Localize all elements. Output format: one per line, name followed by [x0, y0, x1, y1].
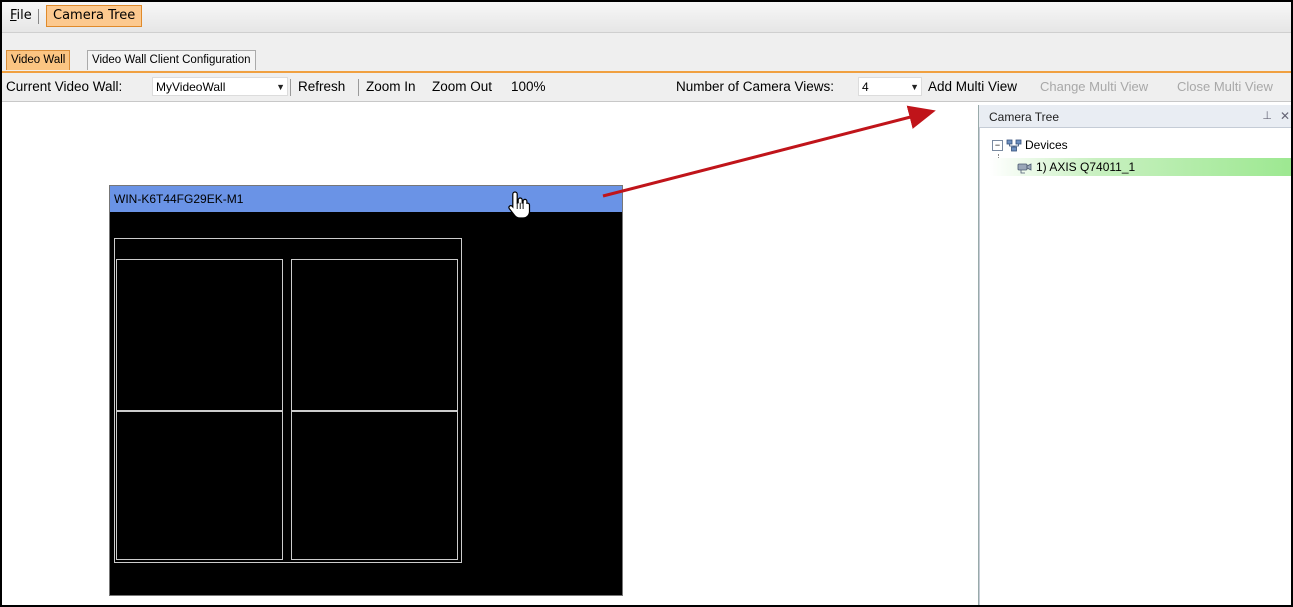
camera-icon — [1017, 163, 1032, 174]
close-multi-view-button[interactable]: Close Multi View — [1177, 78, 1273, 96]
camera-views-value: 4 — [862, 80, 869, 94]
menu-separator — [38, 9, 39, 24]
monitor-title-bar[interactable]: WIN-K6T44FG29EK-M1 — [110, 186, 622, 212]
refresh-button[interactable]: Refresh — [298, 78, 345, 96]
hand-cursor-icon — [508, 191, 531, 219]
current-video-wall-value: MyVideoWall — [156, 80, 226, 94]
close-icon[interactable]: ✕ — [1280, 105, 1290, 127]
camera-tree-panel: Camera Tree ⊥ ✕ − Devices 1) AXIS Q74011_… — [978, 105, 1291, 605]
camera-views-select[interactable]: 4 ▼ — [858, 77, 922, 96]
menu-camera-tree[interactable]: Camera Tree — [46, 5, 143, 27]
chevron-down-icon[interactable]: ▼ — [910, 78, 919, 97]
tab-video-wall[interactable]: Video Wall — [6, 50, 71, 70]
toolbar-separator — [290, 79, 291, 96]
camera-view-cell[interactable] — [291, 259, 458, 411]
tree-node-camera-label: 1) AXIS Q74011_1 — [1036, 160, 1136, 174]
pin-icon[interactable]: ⊥ — [1262, 105, 1272, 127]
app-window: File Camera Tree Video Wall Video Wall C… — [0, 0, 1293, 607]
monitor-window[interactable]: WIN-K6T44FG29EK-M1 — [109, 185, 623, 596]
change-multi-view-button[interactable]: Change Multi View — [1040, 78, 1148, 96]
tree-node-devices-label: Devices — [1025, 138, 1068, 152]
camera-view-cell[interactable] — [291, 411, 458, 560]
current-video-wall-select[interactable]: MyVideoWall ▼ — [152, 77, 288, 96]
add-multi-view-button[interactable]: Add Multi View — [928, 78, 1017, 96]
tab-video-wall-client-configuration[interactable]: Video Wall Client Configuration — [87, 50, 256, 70]
zoom-in-button[interactable]: Zoom In — [366, 78, 416, 96]
camera-view-cell[interactable] — [116, 259, 283, 411]
network-icon — [1006, 139, 1022, 152]
zoom-level: 100% — [511, 79, 546, 94]
toolbar: Current Video Wall: MyVideoWall ▼ Refres… — [2, 73, 1291, 102]
toolbar-separator — [358, 79, 359, 96]
camera-tree-title: Camera Tree — [989, 110, 1060, 124]
zoom-out-button[interactable]: Zoom Out — [432, 78, 492, 96]
collapse-icon[interactable]: − — [992, 140, 1003, 152]
menu-bar: File Camera Tree — [2, 2, 1291, 33]
menu-file[interactable]: File — [4, 6, 38, 26]
camera-views-label: Number of Camera Views: — [676, 79, 835, 94]
chevron-down-icon[interactable]: ▼ — [276, 78, 285, 97]
tab-bar: Video Wall Video Wall Client Configurati… — [2, 33, 1291, 73]
tree-node-devices[interactable]: − Devices — [992, 136, 1068, 154]
current-video-wall-label: Current Video Wall: — [6, 79, 123, 94]
camera-tree-header: Camera Tree ⊥ ✕ — [979, 105, 1291, 128]
camera-tree-body: − Devices 1) AXIS Q74011_1 — [979, 128, 1291, 605]
multi-view-grid — [114, 238, 462, 563]
camera-view-cell[interactable] — [116, 411, 283, 560]
tree-node-camera[interactable]: 1) AXIS Q74011_1 — [990, 158, 1291, 176]
